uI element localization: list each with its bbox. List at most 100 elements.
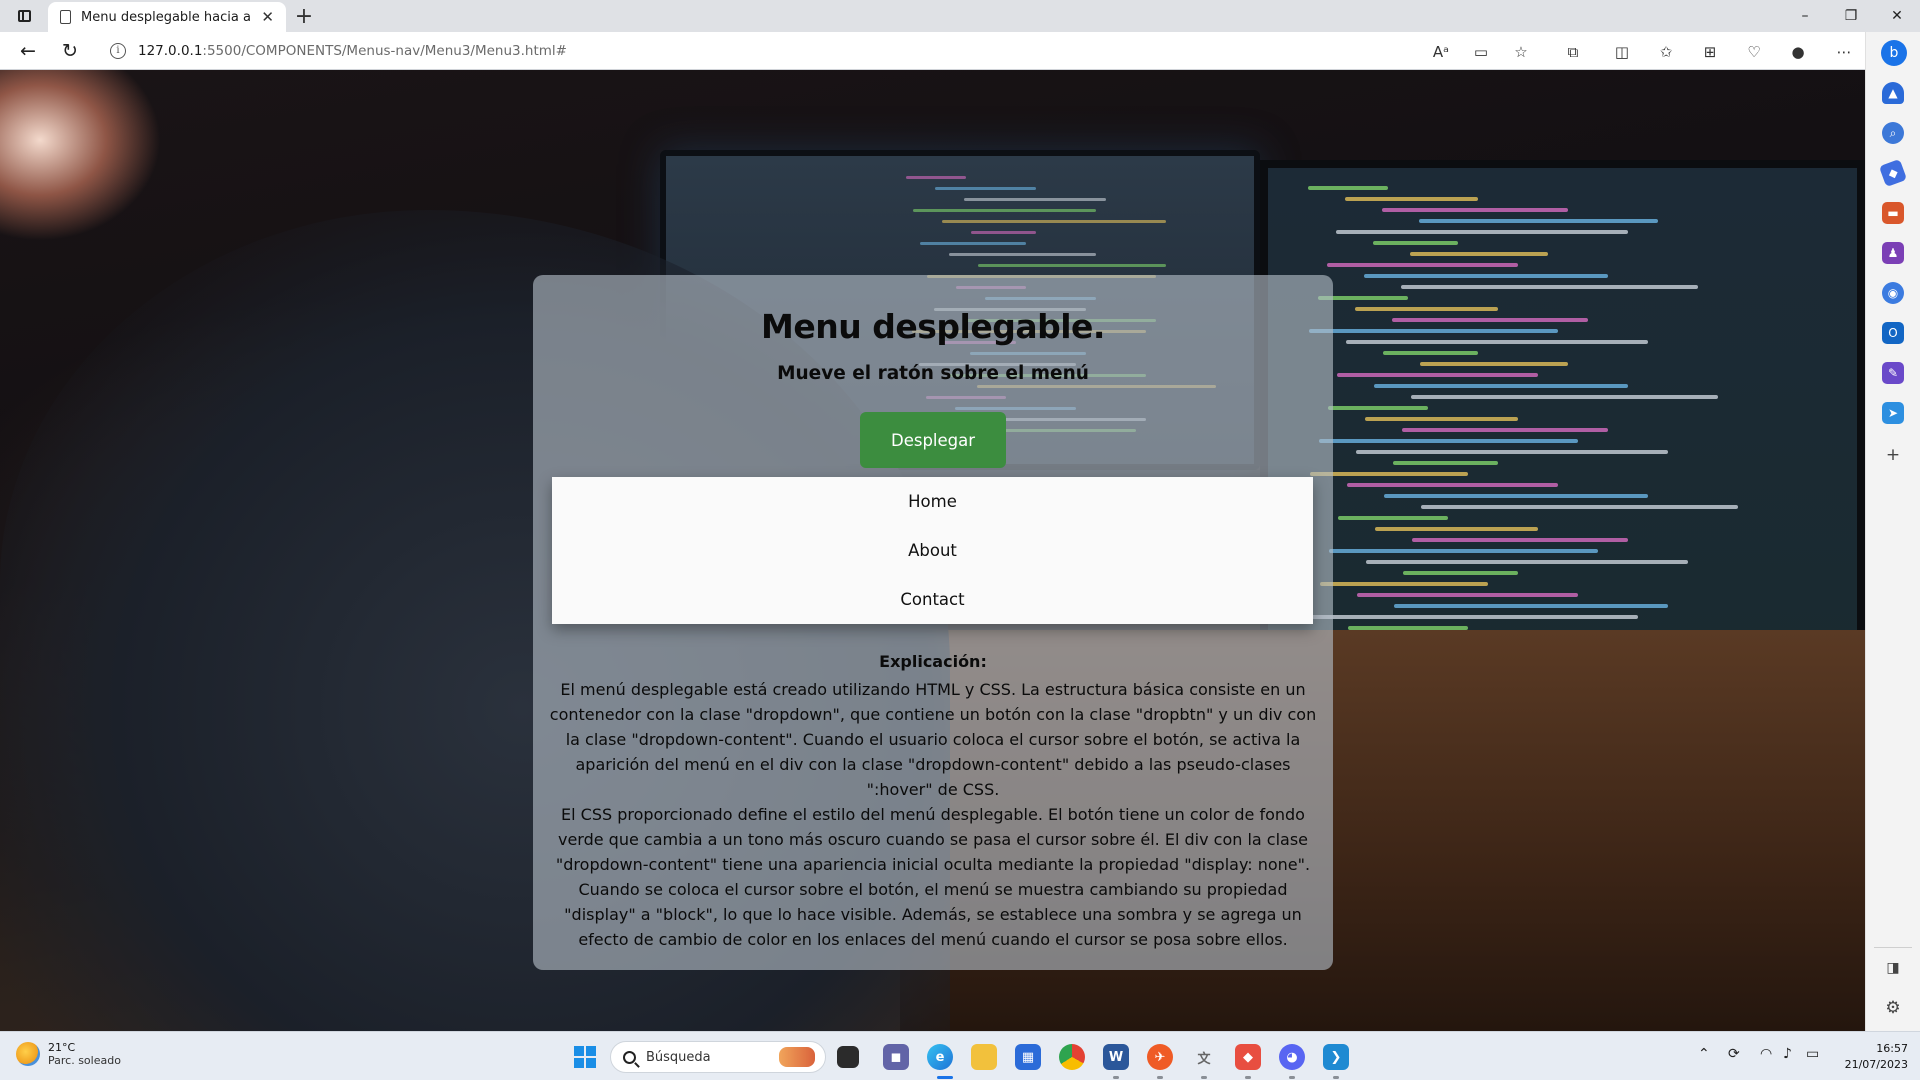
edge-icon[interactable]: e: [927, 1044, 953, 1070]
battery-icon[interactable]: ▭: [1806, 1046, 1819, 1062]
extensions-icon[interactable]: ⧉: [1562, 41, 1584, 63]
browser-essentials-icon[interactable]: ♡: [1743, 41, 1765, 63]
menu-item-about[interactable]: About: [552, 526, 1313, 575]
tab-strip: Menu desplegable hacia abajo ✕ + – ❐ ✕: [0, 0, 1920, 32]
code-line: [1419, 219, 1658, 223]
taskbar-search[interactable]: Búsqueda: [610, 1041, 826, 1073]
search-icon: [623, 1050, 636, 1064]
menu-item-home[interactable]: Home: [552, 477, 1313, 526]
code-line: [1336, 230, 1628, 234]
new-tab-button[interactable]: +: [286, 1, 322, 31]
collections-icon[interactable]: ⊞: [1699, 41, 1721, 63]
postman-icon[interactable]: ✈: [1147, 1044, 1173, 1070]
more-icon[interactable]: ⋯: [1833, 41, 1855, 63]
favorite-star-icon[interactable]: ☆: [1510, 41, 1532, 63]
code-line: [906, 176, 966, 179]
code-line: [1365, 417, 1518, 421]
system-clock[interactable]: 16:57 21/07/2023: [1845, 1041, 1908, 1073]
weather-temperature: 21°C: [48, 1041, 76, 1054]
background-monitor-right: [1260, 160, 1865, 680]
page-title: Menu desplegable.: [761, 307, 1105, 346]
page-viewport: Menu desplegable. Mueve el ratón sobre e…: [0, 70, 1865, 1031]
tab-actions-icon[interactable]: [0, 0, 48, 32]
app-indicator: [1201, 1076, 1207, 1079]
word-icon[interactable]: W: [1103, 1044, 1129, 1070]
url-text[interactable]: 127.0.0.1:5500/COMPONENTS/Menus-nav/Menu…: [138, 43, 567, 59]
bing-copilot-icon[interactable]: b: [1881, 40, 1907, 66]
tab-title: Menu desplegable hacia abajo: [81, 9, 251, 25]
code-line: [935, 187, 1036, 190]
explanation-paragraph-1: El menú desplegable está creado utilizan…: [549, 680, 1317, 799]
active-tab[interactable]: Menu desplegable hacia abajo ✕: [48, 2, 286, 32]
restore-button[interactable]: ❐: [1828, 0, 1874, 32]
wifi-icon[interactable]: ◠: [1760, 1046, 1772, 1062]
favorites-icon[interactable]: ✩: [1655, 41, 1677, 63]
code-line: [1357, 593, 1578, 597]
app-indicator: [1245, 1076, 1251, 1079]
start-icon[interactable]: [572, 1044, 598, 1070]
store-icon[interactable]: ▦: [1015, 1044, 1041, 1070]
weather-widget[interactable]: 21°C Parc. soleado: [16, 1041, 121, 1067]
translator-icon[interactable]: 文: [1191, 1044, 1217, 1070]
git-icon[interactable]: ◆: [1235, 1044, 1261, 1070]
code-line: [1328, 406, 1428, 410]
clock-time: 16:57: [1876, 1042, 1908, 1055]
split-screen-icon[interactable]: ◫: [1611, 41, 1633, 63]
back-button[interactable]: ←: [10, 33, 46, 69]
drop-icon[interactable]: ➤: [1882, 402, 1904, 424]
code-line: [1421, 505, 1738, 509]
teams-chat-icon[interactable]: ◼: [883, 1044, 909, 1070]
address-bar[interactable]: i 127.0.0.1:5500/COMPONENTS/Menus-nav/Me…: [110, 36, 1410, 66]
shopping-icon[interactable]: ◆: [1878, 158, 1908, 188]
app-indicator: [1157, 1076, 1163, 1079]
code-line: [1410, 252, 1548, 256]
code-line: [1382, 208, 1568, 212]
minimize-button[interactable]: –: [1782, 0, 1828, 32]
url-path: :5500/COMPONENTS/Menus-nav/Menu3/Menu3.h…: [202, 42, 567, 59]
immersive-reader-icon[interactable]: ▭: [1470, 41, 1492, 63]
reload-button[interactable]: ↻: [52, 33, 88, 69]
edge-sidebar: b ▲ ⌕ ◆ ▬ ♟ ◉ O ✎ ➤ + ◨ ⚙: [1865, 32, 1920, 1031]
code-line: [1309, 329, 1558, 333]
explanation-heading: Explicación:: [879, 652, 987, 671]
microsoft-365-icon[interactable]: ◉: [1882, 282, 1904, 304]
code-line: [1384, 494, 1648, 498]
hide-sidebar-icon[interactable]: ◨: [1882, 957, 1904, 979]
code-line: [1412, 538, 1628, 542]
explanation-paragraph-2: El CSS proporcionado define el estilo de…: [555, 805, 1311, 949]
task-view-icon[interactable]: [837, 1046, 859, 1068]
site-info-icon[interactable]: i: [110, 42, 126, 59]
settings-icon[interactable]: ⚙: [1882, 997, 1904, 1019]
close-tab-icon[interactable]: ✕: [261, 8, 274, 26]
profile-icon[interactable]: ●: [1787, 41, 1809, 63]
close-window-button[interactable]: ✕: [1874, 0, 1920, 32]
code-line: [1364, 274, 1608, 278]
sync-icon[interactable]: ⟳: [1728, 1046, 1740, 1062]
file-explorer-icon[interactable]: [971, 1044, 997, 1070]
discord-icon[interactable]: ◕: [1279, 1044, 1305, 1070]
code-line: [920, 242, 1026, 245]
code-line: [1338, 516, 1448, 520]
menu-item-contact[interactable]: Contact: [552, 575, 1313, 624]
read-aloud-icon[interactable]: Aᵃ: [1430, 41, 1452, 63]
code-line: [1375, 527, 1538, 531]
add-icon[interactable]: +: [1882, 444, 1904, 466]
vscode-icon[interactable]: ❯: [1323, 1044, 1349, 1070]
search-icon[interactable]: ⌕: [1882, 122, 1904, 144]
volume-icon[interactable]: ♪: [1783, 1046, 1792, 1062]
page-icon: [60, 10, 71, 24]
app-indicator: [1333, 1076, 1339, 1079]
chrome-icon[interactable]: [1059, 1044, 1085, 1070]
code-line: [1420, 362, 1568, 366]
code-line: [949, 253, 1096, 256]
designer-icon[interactable]: ✎: [1882, 362, 1904, 384]
notifications-icon[interactable]: ▲: [1882, 82, 1904, 104]
tools-icon[interactable]: ▬: [1882, 202, 1904, 224]
games-icon[interactable]: ♟: [1882, 242, 1904, 264]
code-line: [1393, 461, 1498, 465]
show-hidden-icons[interactable]: ⌃: [1698, 1046, 1710, 1062]
code-line: [1346, 340, 1648, 344]
outlook-icon[interactable]: O: [1882, 322, 1904, 344]
dropdown-button[interactable]: Desplegar: [860, 412, 1006, 468]
app-indicator: [1289, 1076, 1295, 1079]
